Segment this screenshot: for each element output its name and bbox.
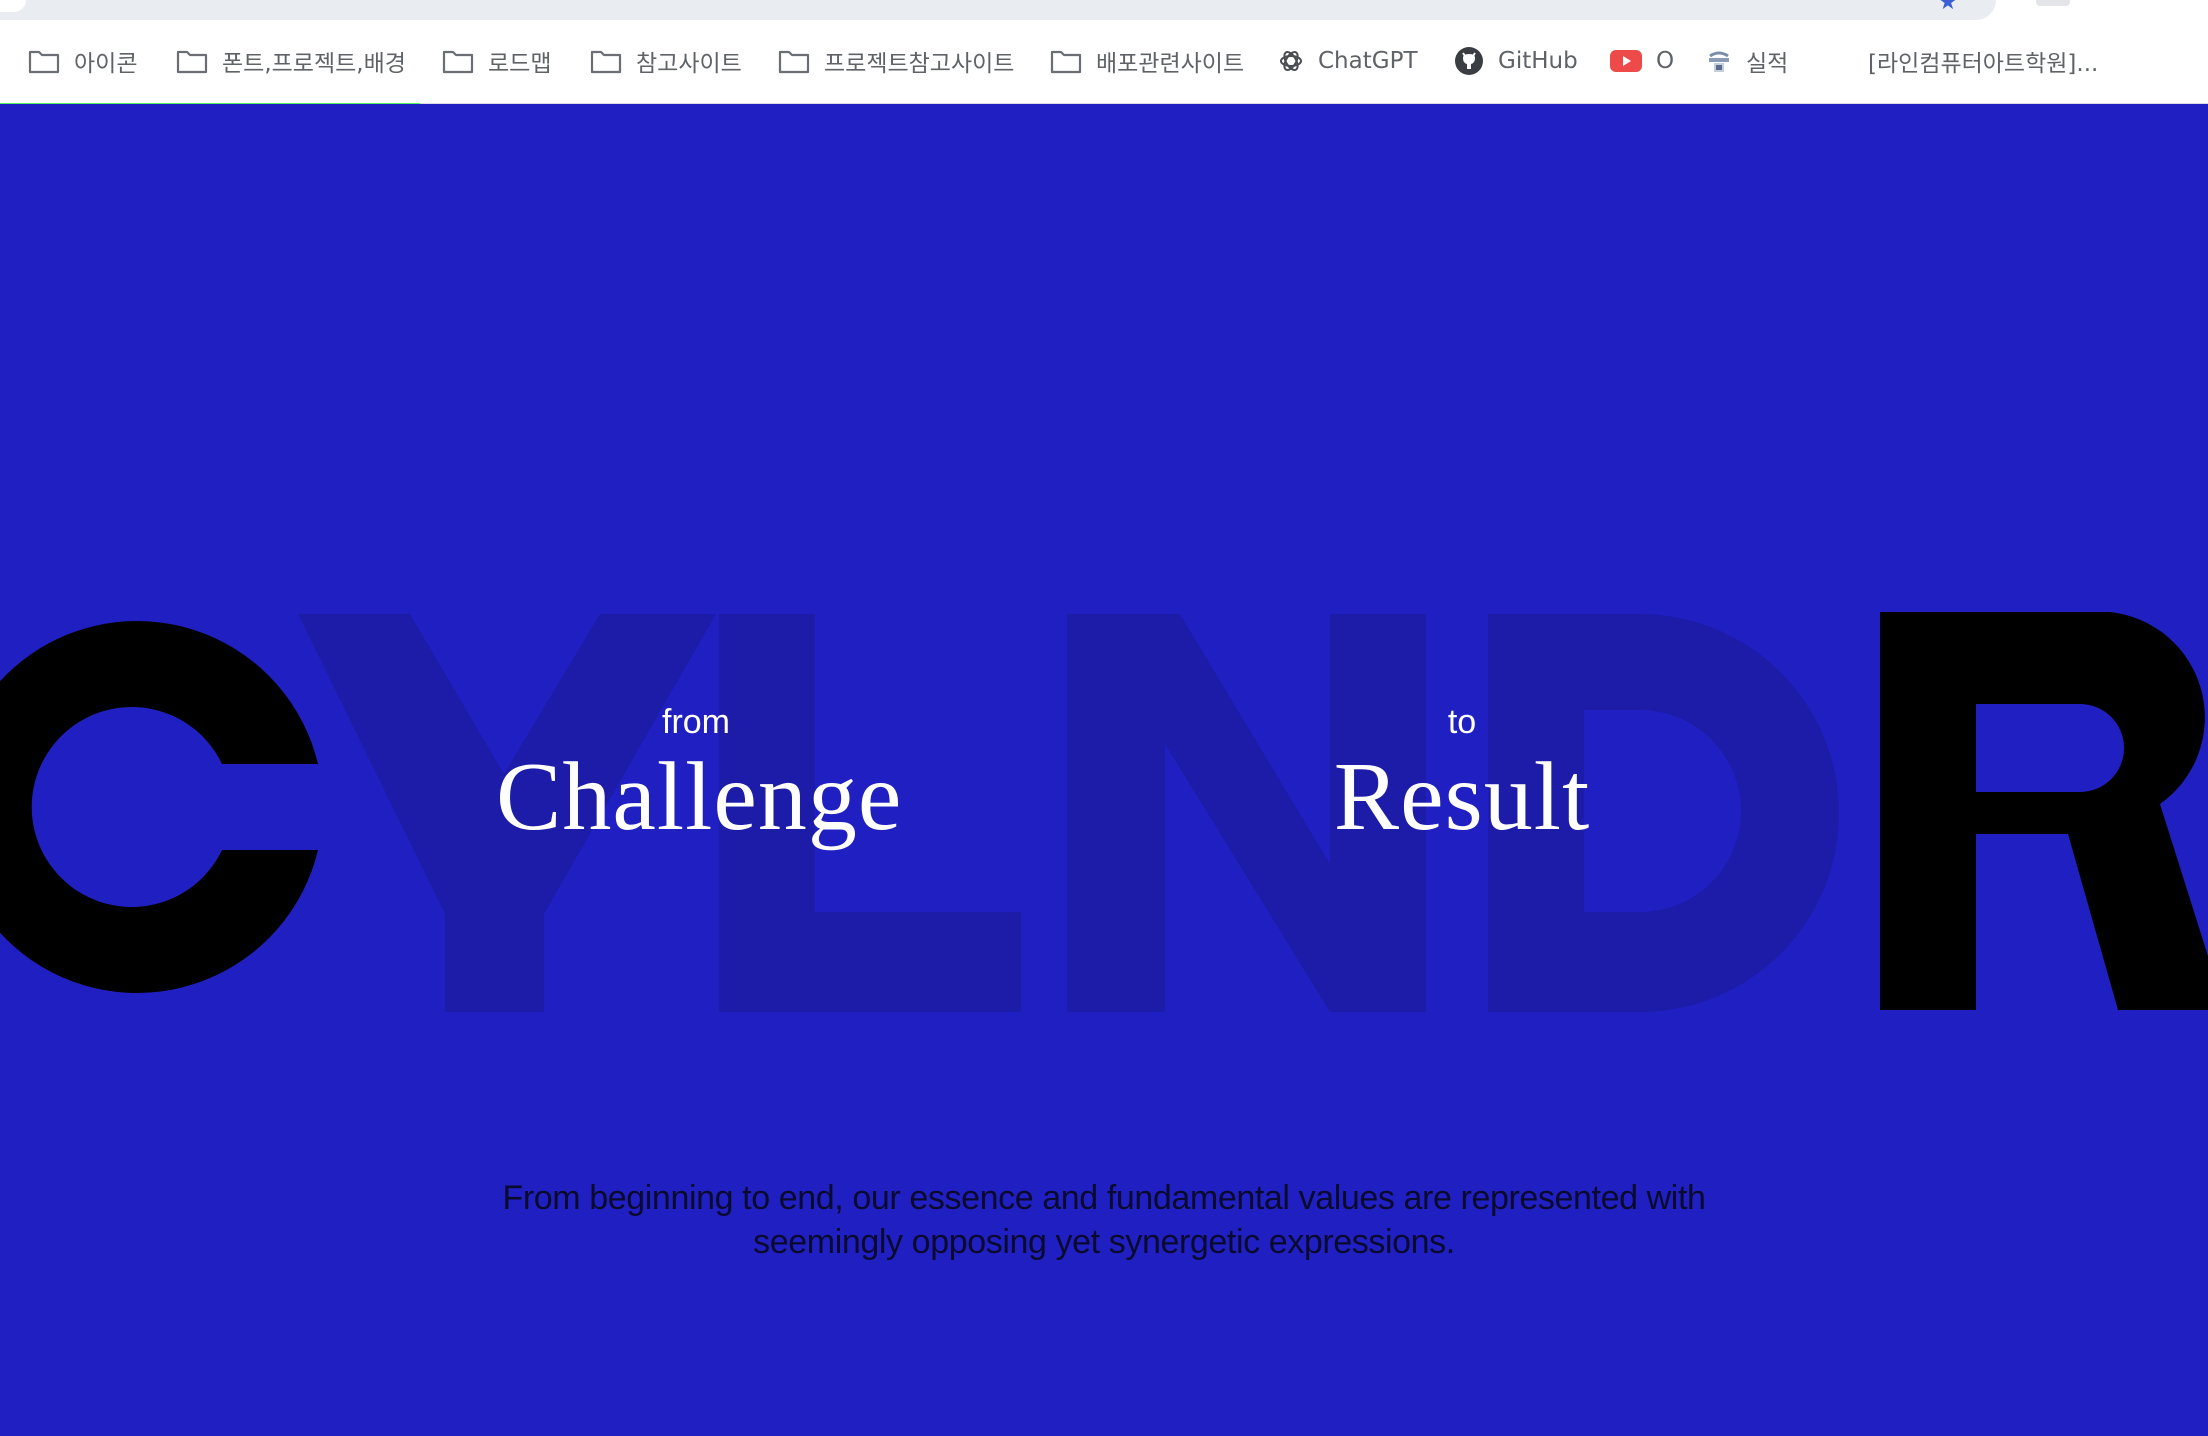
bookmark-label: 로드맵 — [488, 51, 552, 77]
bookmark-label: ChatGPT — [1318, 48, 1418, 74]
youtube-icon — [1610, 49, 1642, 73]
bookmark-label: 아이콘 — [74, 51, 138, 77]
letter-r — [1880, 612, 2208, 1010]
github-icon — [1454, 46, 1484, 76]
tagline-line-2: seemingly opposing yet synergetic expres… — [753, 1223, 1455, 1261]
bookmark-label: 폰트,프로젝트,배경 — [222, 51, 406, 77]
bookmark-folder-reference[interactable]: 참고사이트 — [590, 40, 742, 82]
tagline-line-1: From beginning to end, our essence and f… — [502, 1179, 1706, 1217]
bookmark-folder-fonts[interactable]: 폰트,프로젝트,배경 — [176, 40, 406, 82]
bookmark-label: GitHub — [1498, 48, 1578, 74]
folder-icon — [176, 48, 208, 74]
bookmark-github[interactable]: GitHub — [1454, 40, 1578, 82]
bookmark-label: 프로젝트참고사이트 — [824, 51, 1015, 77]
folder-icon — [590, 48, 622, 74]
bookmark-folder-icons[interactable]: 아이콘 — [28, 40, 137, 82]
folder-icon — [778, 48, 810, 74]
from-label: from — [662, 703, 730, 741]
bookmark-youtube[interactable]: O — [1610, 40, 1674, 82]
folder-icon — [28, 48, 60, 74]
hero-tagline: From beginning to end, our essence and f… — [404, 1176, 1804, 1264]
address-bar[interactable] — [0, 0, 1996, 20]
bookmark-line-academy[interactable]: [라인컴퓨터아트학원]... — [1868, 40, 2098, 82]
bookmark-label: [라인컴퓨터아트학원]... — [1868, 51, 2099, 77]
bookmark-folder-project-reference[interactable]: 프로젝트참고사이트 — [778, 40, 1014, 82]
bookmarks-bar: 아이콘 폰트,프로젝트,배경 로드맵 참고사이트 프로젝트참고사이트 배포관련사… — [0, 40, 2208, 82]
bookmark-label: O — [1656, 48, 1675, 74]
bookmark-label: 참고사이트 — [636, 51, 742, 77]
challenge-heading: Challenge — [496, 743, 903, 851]
challenge-caption: from Challenge — [496, 702, 903, 852]
bookmark-label: 실적 — [1746, 51, 1789, 77]
chatgpt-icon — [1278, 48, 1304, 74]
bookmark-chatgpt[interactable]: ChatGPT — [1278, 40, 1418, 82]
folder-icon — [442, 48, 474, 74]
folder-icon — [1050, 48, 1082, 74]
to-label: to — [1447, 703, 1477, 741]
letter-c — [0, 621, 318, 993]
toolbar-button[interactable] — [2036, 0, 2070, 6]
site-icon — [1706, 47, 1732, 75]
result-heading: Result — [1333, 743, 1591, 851]
result-caption: to Result — [1262, 702, 1662, 852]
bookmark-folder-deploy[interactable]: 배포관련사이트 — [1050, 40, 1244, 82]
bookmark-label: 배포관련사이트 — [1096, 51, 1245, 77]
browser-chrome: ★ 아이콘 폰트,프로젝트,배경 로드맵 참고사이트 프로젝트참고사이트 배포관… — [0, 0, 2208, 104]
bookmark-star-icon[interactable]: ★ — [1938, 0, 1958, 15]
bookmark-performance[interactable]: 실적 — [1706, 40, 1788, 82]
bookmark-folder-roadmap[interactable]: 로드맵 — [442, 40, 551, 82]
